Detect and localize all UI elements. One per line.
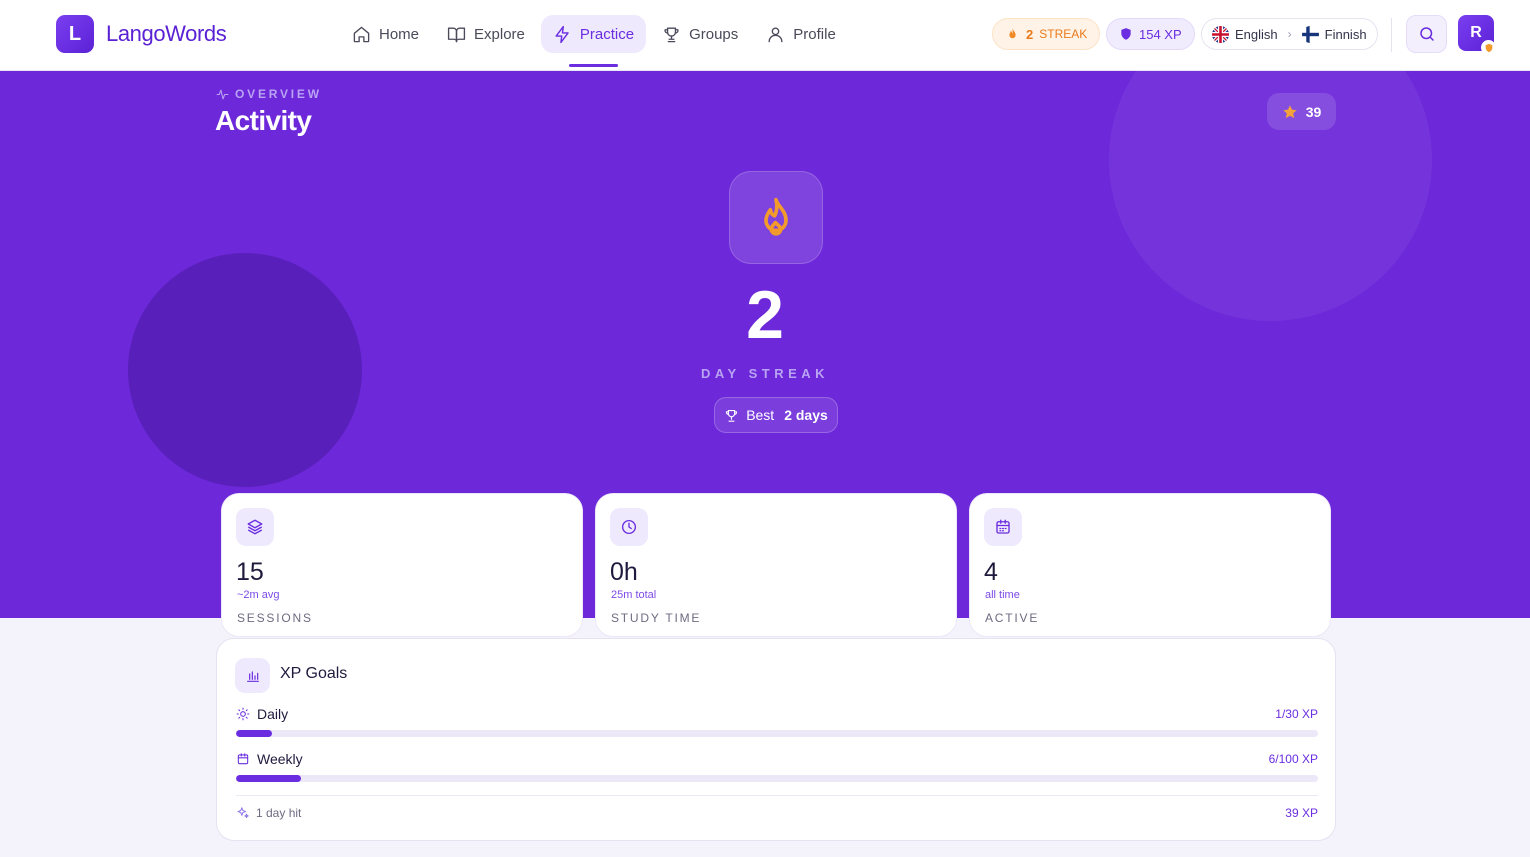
goal-weekly: Weekly 6/100 XP <box>236 749 1318 782</box>
streak-flame-tile <box>729 171 823 264</box>
stat-label: ACTIVE <box>985 611 1040 625</box>
goal-value: 1/30 XP <box>1275 707 1318 721</box>
trophy-icon <box>664 26 679 42</box>
xp-value: 154 XP <box>1139 26 1182 42</box>
goals-title: XP Goals <box>280 665 348 682</box>
streak-label: STREAK <box>1039 27 1088 41</box>
nav-item-explore[interactable]: Explore <box>435 15 537 53</box>
nav-item-label: Profile <box>793 25 836 43</box>
uk-flag-icon <box>1212 25 1229 43</box>
brand-logo: L <box>56 15 94 53</box>
language-to: Finnish <box>1324 26 1367 42</box>
avatar-shield-badge <box>1481 40 1496 55</box>
best-prefix: Best <box>746 407 775 423</box>
nav-item-groups[interactable]: Groups <box>650 15 750 53</box>
stat-icon-box <box>236 508 274 546</box>
sun-icon <box>236 707 250 721</box>
flame-icon <box>1009 27 1016 38</box>
star-icon <box>1283 104 1297 118</box>
nav-item-label: Home <box>379 25 420 43</box>
clock-icon <box>621 519 637 535</box>
page-title: Activity <box>215 105 312 136</box>
stat-value: 15 <box>236 558 264 586</box>
nav-item-profile[interactable]: Profile <box>754 15 848 53</box>
goals-icon-box <box>235 658 270 693</box>
stat-card-active: 4 all time ACTIVE <box>969 493 1331 637</box>
streak-number: 2 <box>746 277 784 353</box>
stat-subtext: 25m total <box>611 589 657 601</box>
streak-pill[interactable]: 2 STREAK <box>992 18 1101 50</box>
stat-icon-box <box>984 508 1022 546</box>
book-icon <box>447 26 466 42</box>
language-from: English <box>1235 26 1278 42</box>
goal-label: Weekly <box>257 751 303 767</box>
streak-count: 2 <box>1026 26 1034 42</box>
nav-item-label: Groups <box>689 25 739 43</box>
goals-footer: 1 day hit 39 XP <box>236 806 1318 820</box>
streak-caption: DAY STREAK <box>700 366 830 381</box>
best-value: 2 days <box>784 407 828 423</box>
chevron-right-icon: › <box>1287 27 1292 41</box>
nav-item-home[interactable]: Home <box>340 15 431 53</box>
layers-icon <box>247 519 263 535</box>
nav-item-practice[interactable]: Practice <box>540 15 647 67</box>
stat-card-sessions: 15 ~2m avg SESSIONS <box>221 493 583 637</box>
shield-icon <box>1485 43 1492 52</box>
main-nav: Home Explore Practice Groups Profile <box>340 15 852 67</box>
xp-pill[interactable]: 154 XP <box>1106 18 1195 50</box>
stat-card-study-time: 0h 25m total STUDY TIME <box>595 493 957 637</box>
xp-goals-card: XP Goals Daily 1/30 XP Weekly 6/100 XP 1… <box>216 638 1336 841</box>
goal-daily: Daily 1/30 XP <box>236 704 1318 737</box>
best-streak-badge: Best 2 days <box>714 397 838 433</box>
goal-value: 6/100 XP <box>1268 752 1318 766</box>
goal-progress-fill <box>236 775 301 782</box>
stat-subtext: all time <box>985 589 1020 601</box>
shield-icon <box>1121 28 1131 40</box>
trophy-icon <box>726 409 738 422</box>
home-icon <box>353 26 370 42</box>
stat-icon-box <box>610 508 648 546</box>
language-pair-selector[interactable]: English › Finnish <box>1201 18 1378 50</box>
goal-progress-fill <box>236 730 272 737</box>
goals-divider <box>236 795 1318 796</box>
nav-item-label: Explore <box>474 25 525 43</box>
finland-flag-icon <box>1301 25 1319 43</box>
stars-count: 39 <box>1305 103 1322 120</box>
goals-footer-right: 39 XP <box>1285 806 1318 820</box>
overview-label: OVERVIEW <box>216 87 322 101</box>
goals-footer-left: 1 day hit <box>256 806 302 820</box>
stat-label: SESSIONS <box>237 611 313 625</box>
overview-text: OVERVIEW <box>235 87 322 101</box>
lightning-icon <box>555 25 569 43</box>
calendar-icon <box>996 519 1010 534</box>
top-navigation-bar: L LangoWords Home Explore Practice Group… <box>0 0 1530 71</box>
search-icon <box>1419 27 1434 41</box>
search-button[interactable] <box>1406 15 1447 53</box>
nav-item-label: Practice <box>579 25 635 43</box>
goal-progress-track <box>236 730 1318 737</box>
brand[interactable]: L LangoWords <box>56 15 227 53</box>
goal-label: Daily <box>257 706 289 722</box>
sparkles-icon <box>237 807 249 819</box>
goal-progress-track <box>236 775 1318 782</box>
header-divider <box>1391 18 1392 52</box>
user-icon <box>768 26 783 42</box>
stat-label: STUDY TIME <box>611 611 702 625</box>
bar-chart-icon <box>246 670 259 682</box>
stat-value: 4 <box>984 558 998 586</box>
brand-name: LangoWords <box>106 21 227 46</box>
stat-subtext: ~2m avg <box>237 589 280 601</box>
stars-badge[interactable]: 39 <box>1267 93 1336 130</box>
activity-icon <box>216 89 229 99</box>
calendar-icon <box>237 753 249 765</box>
flame-icon <box>764 197 788 236</box>
stat-value: 0h <box>610 558 638 586</box>
